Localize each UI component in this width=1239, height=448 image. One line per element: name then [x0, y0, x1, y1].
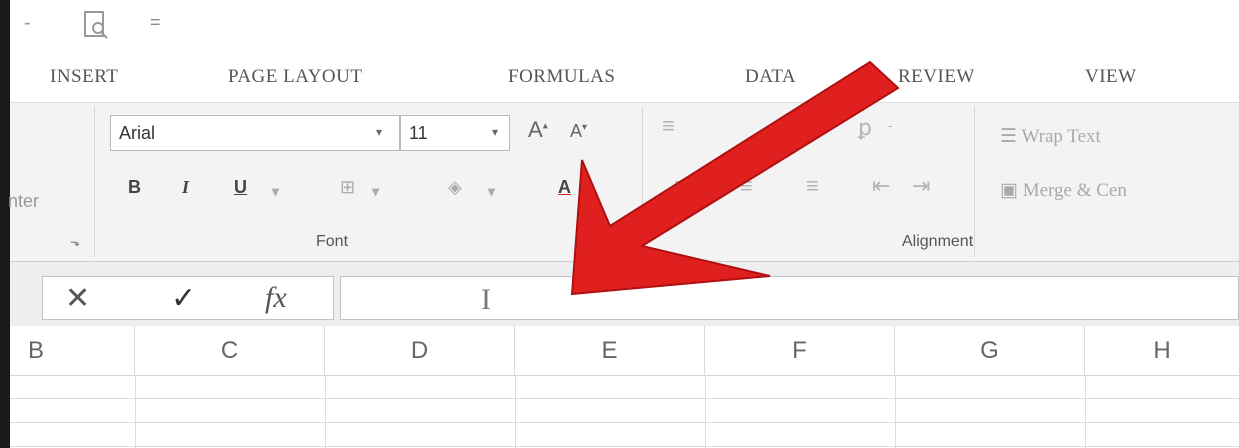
row-line: [10, 398, 1239, 399]
column-header-c[interactable]: C: [135, 326, 325, 376]
tab-page-layout[interactable]: PAGE LAYOUT: [228, 66, 362, 88]
formula-input[interactable]: I: [340, 276, 1239, 320]
tab-view[interactable]: VIEW: [1085, 66, 1137, 88]
ribbon-home: nter ⬎ Arial ▾ 11 ▾ A▴ A▾ B I U ▾ ⊞ ▾ ◈ …: [8, 102, 1239, 262]
tab-insert[interactable]: INSERT: [50, 66, 118, 88]
wrap-text-icon: ☰: [1000, 126, 1022, 147]
align-center-icon[interactable]: ≡: [740, 173, 753, 199]
clipboard-launcher-icon[interactable]: ⬎: [70, 235, 80, 249]
qat-separator: -: [24, 12, 31, 34]
decrease-font-size-button[interactable]: A▾: [570, 121, 587, 142]
group-separator: [94, 107, 95, 257]
align-left-icon[interactable]: ≡: [674, 173, 687, 199]
top-align-icon[interactable]: ≡: [662, 113, 675, 139]
row-line: [10, 422, 1239, 423]
column-line: [705, 376, 706, 448]
column-header-b[interactable]: B: [10, 326, 135, 376]
decrease-indent-icon[interactable]: ⇤: [872, 173, 890, 199]
window-left-edge: [0, 0, 10, 448]
column-line: [515, 376, 516, 448]
quick-access-toolbar: - =: [10, 0, 1239, 52]
column-header-h[interactable]: H: [1085, 326, 1239, 376]
underline-button[interactable]: U: [234, 177, 247, 198]
insert-function-button[interactable]: fx: [265, 281, 287, 315]
chevron-down-icon[interactable]: ▾: [376, 125, 382, 139]
group-separator: [642, 107, 643, 257]
print-preview-icon[interactable]: [82, 10, 110, 40]
column-line: [325, 376, 326, 448]
tab-data[interactable]: DATA: [745, 66, 796, 88]
tab-review[interactable]: REVIEW: [898, 66, 975, 88]
enter-icon[interactable]: ✓: [171, 281, 196, 316]
increase-font-size-button[interactable]: A▴: [528, 117, 548, 143]
formula-buttons: ✕ ✓ fx: [42, 276, 334, 320]
font-group-label: Font: [316, 233, 349, 250]
chevron-down-icon[interactable]: ▾: [372, 183, 379, 200]
column-header-f[interactable]: F: [705, 326, 895, 376]
font-name-value: Arial: [119, 123, 156, 143]
column-line: [135, 376, 136, 448]
column-headers: B C D E F G H: [10, 326, 1239, 376]
font-size-value: 11: [409, 123, 428, 143]
italic-button[interactable]: I: [182, 177, 189, 198]
column-header-g[interactable]: G: [895, 326, 1085, 376]
chevron-down-icon[interactable]: ▾: [488, 183, 495, 200]
font-color-button[interactable]: A: [558, 177, 571, 198]
increase-indent-icon[interactable]: ⇥: [912, 173, 930, 199]
orientation-icon[interactable]: ꝑ: [858, 115, 872, 141]
merge-icon: ▣: [1000, 180, 1023, 201]
alignment-group-label: Alignment: [902, 233, 974, 250]
tab-formulas[interactable]: FORMULAS: [508, 66, 615, 88]
fill-color-icon[interactable]: ◈: [448, 177, 462, 198]
chevron-down-icon[interactable]: ▾: [492, 125, 498, 139]
bold-button[interactable]: B: [128, 177, 141, 198]
borders-icon[interactable]: ⊞: [340, 177, 355, 198]
text-cursor-icon: I: [481, 283, 491, 316]
ribbon-tabs: INSERT PAGE LAYOUT FORMULAS DATA REVIEW …: [10, 52, 1239, 102]
column-header-d[interactable]: D: [325, 326, 515, 376]
align-right-icon[interactable]: ≡: [806, 173, 819, 199]
column-line: [895, 376, 896, 448]
wrap-text-button[interactable]: ☰ Wrap Text: [1000, 125, 1101, 148]
column-line: [1085, 376, 1086, 448]
chevron-down-icon[interactable]: ▾: [272, 183, 279, 200]
row-line: [10, 446, 1239, 447]
customize-qat-button[interactable]: =: [150, 12, 161, 33]
chevron-down-icon[interactable]: -: [888, 117, 893, 133]
font-name-box[interactable]: Arial: [110, 115, 400, 151]
clipboard-partial-label: nter: [8, 191, 40, 211]
cell-grid[interactable]: [10, 376, 1239, 448]
formula-bar-area: ✕ ✓ fx I: [10, 262, 1239, 326]
cancel-icon[interactable]: ✕: [65, 281, 90, 316]
group-separator: [974, 107, 975, 257]
merge-center-button[interactable]: ▣ Merge & Cen: [1000, 179, 1127, 202]
column-header-e[interactable]: E: [515, 326, 705, 376]
